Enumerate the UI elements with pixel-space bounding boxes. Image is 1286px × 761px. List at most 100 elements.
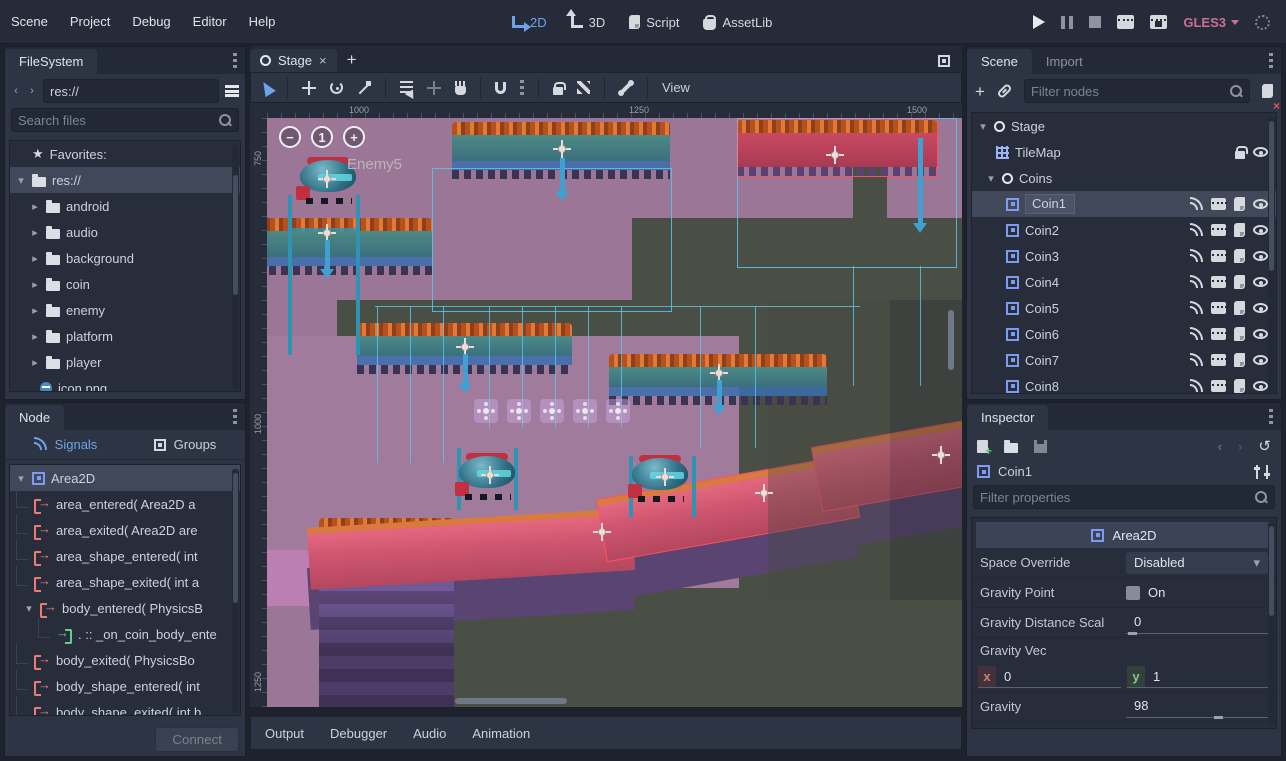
filter-properties-input[interactable] [980, 490, 1255, 505]
play-button[interactable] [1033, 15, 1045, 29]
script-icon[interactable] [1234, 301, 1245, 315]
tree-item-android[interactable]: ▸android [10, 193, 240, 219]
move-tool-icon[interactable] [302, 81, 316, 95]
script-icon[interactable] [1234, 379, 1245, 393]
rotate-tool-icon[interactable] [330, 81, 343, 94]
scene-node-stage[interactable]: ▾Stage [972, 113, 1276, 139]
zoom-out-button[interactable]: − [279, 126, 301, 148]
signal-row[interactable]: body_shape_entered( int [10, 673, 240, 699]
zoom-in-button[interactable]: + [343, 126, 365, 148]
lock-icon[interactable] [1235, 151, 1245, 159]
move-gizmo[interactable] [932, 446, 950, 464]
instance-scene-button[interactable] [996, 83, 1012, 99]
tab-inspector[interactable]: Inspector [967, 405, 1048, 430]
signal-row[interactable]: body_exited( PhysicsBo [10, 647, 240, 673]
panel-menu-icon[interactable] [1269, 53, 1273, 69]
open-scene-icon[interactable] [1211, 276, 1226, 288]
signal-row[interactable]: area_entered( Area2D a [10, 491, 240, 517]
connect-button[interactable]: Connect [155, 727, 239, 752]
skeleton-options-icon[interactable] [620, 81, 633, 94]
new-resource-button[interactable] [977, 440, 988, 453]
tab-node[interactable]: Node [5, 405, 64, 430]
gravity-field[interactable]: 98 [1126, 695, 1268, 718]
open-scene-icon[interactable] [1211, 380, 1226, 392]
current-path-field[interactable]: res:// [43, 79, 219, 103]
signal-row[interactable]: body_shape_exited( int b [10, 699, 240, 716]
signal-icon[interactable] [1189, 354, 1203, 367]
menu-project[interactable]: Project [59, 10, 121, 33]
signal-icon[interactable] [1189, 328, 1203, 341]
gravity-distance-field[interactable]: 0 [1126, 611, 1268, 634]
script-icon[interactable] [1234, 223, 1245, 237]
save-resource-button[interactable] [1034, 440, 1047, 453]
tab-groups[interactable]: Groups [125, 437, 245, 452]
tree-item-favorites[interactable]: ★Favorites: [10, 141, 240, 167]
coin-sprite[interactable] [573, 399, 597, 423]
tab-import[interactable]: Import [1032, 49, 1097, 74]
visibility-icon[interactable] [1253, 147, 1268, 157]
filesystem-search[interactable] [11, 108, 239, 132]
gravity-point-checkbox[interactable] [1126, 586, 1140, 600]
snap-toggle-icon[interactable] [495, 82, 506, 94]
nav-forward-button[interactable]: › [27, 85, 37, 97]
tree-item-background[interactable]: ▸background [10, 245, 240, 271]
zoom-reset-button[interactable]: 1 [311, 126, 333, 148]
canvas-v-scrollbar[interactable] [948, 310, 954, 370]
lock-object-icon[interactable] [553, 87, 563, 95]
tab-audio[interactable]: Audio [413, 726, 446, 741]
coin-sprite[interactable] [540, 399, 564, 423]
workspace-3d[interactable]: 3D [559, 11, 618, 34]
canvas-area[interactable]: Enemy5 − 1 + [267, 118, 962, 707]
filter-nodes-box[interactable] [1024, 79, 1250, 103]
workspace-2d[interactable]: 2D [500, 11, 559, 34]
script-icon[interactable] [1234, 197, 1245, 211]
menu-scene[interactable]: Scene [0, 10, 59, 33]
snap-options-icon[interactable] [520, 80, 524, 96]
signal-icon[interactable] [1189, 380, 1203, 393]
select-tool-icon[interactable] [258, 78, 276, 96]
visibility-icon[interactable] [1253, 303, 1268, 313]
script-icon[interactable] [1234, 249, 1245, 263]
tree-item-root[interactable]: ▾res:// [10, 167, 240, 193]
visibility-icon[interactable] [1253, 381, 1268, 391]
space-override-dropdown[interactable]: Disabled▾ [1126, 552, 1268, 574]
signal-icon[interactable] [1189, 302, 1203, 315]
menu-help[interactable]: Help [238, 10, 287, 33]
open-scene-icon[interactable] [1211, 250, 1226, 262]
tree-item-coin[interactable]: ▸coin [10, 271, 240, 297]
scene-node-coins[interactable]: ▾Coins [972, 165, 1276, 191]
tab-filesystem[interactable]: FileSystem [5, 49, 97, 74]
filter-nodes-input[interactable] [1031, 84, 1230, 99]
open-scene-icon[interactable] [1211, 354, 1226, 366]
visibility-icon[interactable] [1253, 355, 1268, 365]
move-gizmo[interactable] [481, 466, 499, 484]
close-icon[interactable]: × [319, 53, 327, 68]
linear-damp-field[interactable]: 0.1 [1126, 725, 1268, 729]
move-gizmo[interactable] [826, 146, 844, 164]
scene-node-coin5[interactable]: Coin5 [972, 295, 1276, 321]
script-icon[interactable] [1234, 275, 1245, 289]
move-gizmo[interactable] [318, 170, 336, 188]
tab-stage-scene[interactable]: Stage × [250, 49, 337, 72]
signal-row[interactable]: area_exited( Area2D are [10, 517, 240, 543]
canvas-h-scrollbar[interactable] [455, 698, 567, 704]
object-tools-icon[interactable] [1256, 465, 1268, 479]
menu-debug[interactable]: Debug [121, 10, 181, 33]
scene-scrollbar[interactable] [1268, 117, 1275, 391]
tree-item-player[interactable]: ▸player [10, 349, 240, 375]
nav-back-button[interactable]: ‹ [11, 85, 21, 97]
signal-icon[interactable] [1189, 276, 1203, 289]
move-gizmo[interactable] [553, 140, 571, 158]
open-scene-icon[interactable] [1211, 224, 1226, 236]
history-forward-button[interactable]: › [1238, 439, 1242, 454]
scene-node-tilemap[interactable]: TileMap [972, 139, 1276, 165]
pan-tool-icon[interactable] [455, 86, 466, 95]
update-spinner-icon[interactable] [1255, 15, 1270, 30]
visibility-icon[interactable] [1253, 277, 1268, 287]
script-icon[interactable] [1234, 327, 1245, 341]
play-custom-scene-button[interactable] [1150, 15, 1167, 29]
menu-editor[interactable]: Editor [182, 10, 238, 33]
filesystem-scrollbar[interactable] [232, 145, 239, 389]
tab-scene[interactable]: Scene [967, 49, 1032, 74]
search-files-input[interactable] [18, 113, 219, 128]
